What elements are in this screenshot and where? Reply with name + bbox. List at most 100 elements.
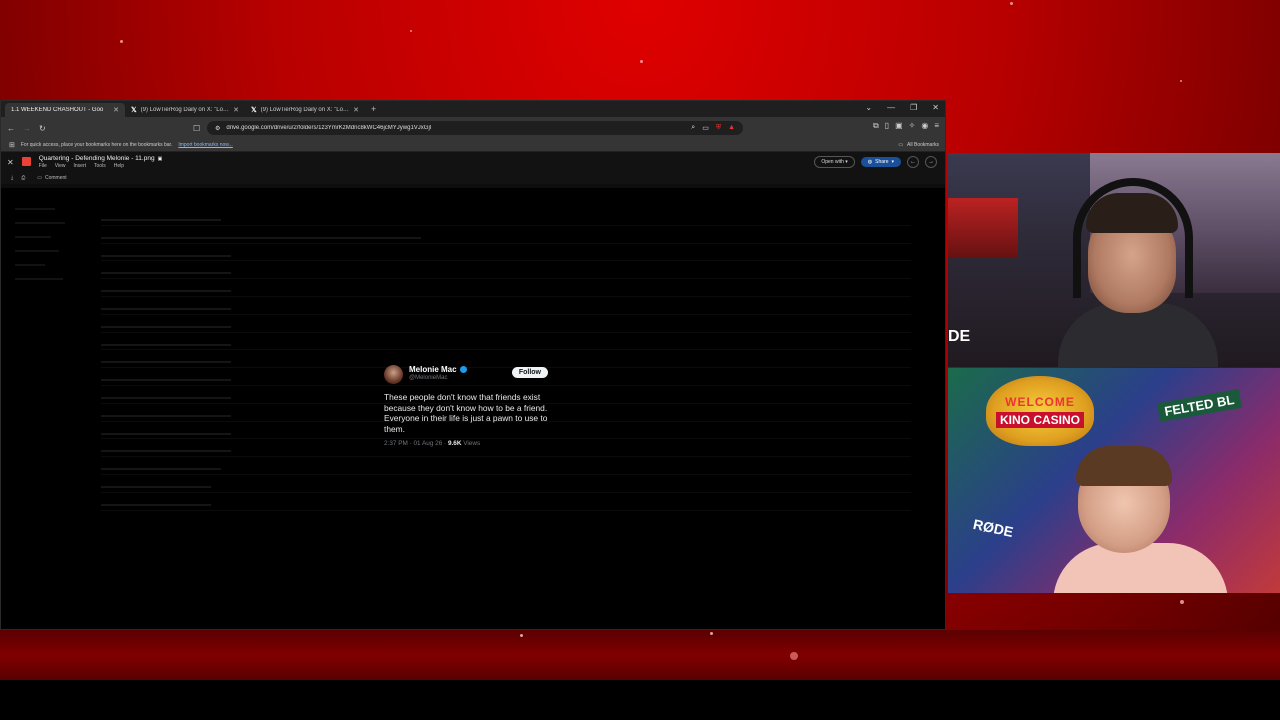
open-with-label: Open with <box>821 159 844 165</box>
ghost-row <box>101 244 911 262</box>
arcade-shelf <box>948 198 1018 258</box>
webcam-bottom: WELCOME KINO CASINO FELTED BL RØDE <box>948 368 1280 593</box>
share-label: Share <box>875 159 889 165</box>
background-drive-list <box>101 208 911 511</box>
previous-file-icon[interactable]: ← <box>907 156 919 168</box>
next-file-icon[interactable]: → <box>925 156 937 168</box>
menu-file[interactable]: File <box>39 163 47 169</box>
headphones-icon <box>1073 178 1193 298</box>
search-icon[interactable]: ⌕ <box>691 124 695 132</box>
site-info-icon[interactable]: ⚙ <box>215 125 220 132</box>
tab-title: (9) LowTierRog Daily on X: "LowTier <box>260 107 350 113</box>
tab-title: (9) LowTierRog Daily on X: "LowTier <box>140 107 230 113</box>
file-viewer-header: ✕ Quartering - Defending Melonie - 11.pn… <box>1 152 945 172</box>
chevron-down-icon[interactable]: ⌄ <box>865 103 872 112</box>
tweet-views-count: 9.6K <box>447 440 462 447</box>
tweet-handle: @MelonieMac <box>409 375 448 381</box>
ghost-row <box>101 261 911 280</box>
tweet-card: Melonie Mac @MelonieMac Follow These peo… <box>384 363 562 447</box>
follow-button: Follow <box>511 367 548 378</box>
tab-drive[interactable]: 1.1 WEEKEND CRASHOUT - Goo ✕ <box>5 103 125 117</box>
extensions-puzzle-icon[interactable]: ✧ <box>909 121 916 131</box>
apps-grid-icon[interactable]: ⊞ <box>9 141 15 149</box>
omnibox-actions: ⌕ ▭ ⛨ ▲ <box>691 124 735 132</box>
spark <box>1010 2 1013 5</box>
all-bookmarks-label: All Bookmarks <box>907 142 939 148</box>
microphone-brand-text: DE <box>948 328 971 345</box>
street-sign: FELTED BL <box>1156 388 1242 423</box>
profile-icon[interactable]: ◉ <box>921 121 928 131</box>
close-icon[interactable]: ✕ <box>113 106 119 114</box>
print-icon[interactable]: ⎙ <box>21 175 25 181</box>
extension-icon[interactable]: ⧉ <box>873 121 879 131</box>
menu-help[interactable]: Help <box>114 163 124 169</box>
ghost-row <box>101 208 911 226</box>
close-icon[interactable]: ✕ <box>353 106 359 114</box>
ghost-line <box>15 250 59 252</box>
back-icon[interactable]: ← <box>7 124 15 133</box>
viewer-subtoolbar: ⤓ ⎙ ▭ Comment <box>1 172 945 184</box>
folder-move-icon[interactable]: ▣ <box>158 156 163 162</box>
cast-icon[interactable]: ▭ <box>702 124 709 132</box>
menu-icon[interactable]: ≡ <box>934 121 939 131</box>
ghost-row <box>101 279 911 297</box>
ghost-line <box>15 236 51 238</box>
ghost-line <box>15 264 45 266</box>
file-title[interactable]: Quartering - Defending Melonie - 11.png <box>39 155 155 162</box>
verified-badge-icon <box>459 366 467 373</box>
tweet-text: These people don't know that friends exi… <box>384 392 548 434</box>
download-icon[interactable]: ⤓ <box>11 175 13 181</box>
address-bar[interactable]: ⚙ drive.google.com/drive/u/2/folders/1z3… <box>207 121 743 135</box>
forward-icon[interactable]: → <box>23 124 31 133</box>
tab-x-post-1[interactable]: 𝕏 (9) LowTierRog Daily on X: "LowTier ✕ <box>125 103 245 117</box>
menu-view[interactable]: View <box>55 163 66 169</box>
sidebar-icon[interactable]: ▯ <box>885 121 889 131</box>
tweet-author-name: Melonie Mac <box>409 365 457 374</box>
viewer-actions: Open with ▾ ◍ Share ▾ ← → <box>814 156 937 168</box>
tweet-views-label: Views <box>461 440 481 447</box>
spark <box>1180 80 1182 82</box>
x-logo-icon: 𝕏 <box>131 107 137 114</box>
sign-welcome-text: WELCOME <box>1005 394 1075 409</box>
share-button[interactable]: ◍ Share ▾ <box>860 157 901 167</box>
person-shirt <box>1053 543 1228 593</box>
tweet-author: Melonie Mac <box>409 365 467 374</box>
file-menu-bar: File View Insert Tools Help <box>39 163 163 169</box>
open-with-button[interactable]: Open with ▾ <box>814 156 855 168</box>
reload-icon[interactable]: ↻ <box>39 124 46 133</box>
close-viewer-icon[interactable]: ✕ <box>7 158 14 167</box>
import-bookmarks-link[interactable]: Import bookmarks now... <box>178 142 232 148</box>
ghost-row <box>101 315 911 333</box>
spark <box>640 60 643 63</box>
x-logo-icon: 𝕏 <box>251 107 257 114</box>
all-bookmarks-button[interactable]: ▭ All Bookmarks <box>898 142 939 148</box>
wallet-icon[interactable]: ▣ <box>895 121 903 131</box>
ghost-line <box>15 278 63 280</box>
url-text[interactable]: drive.google.com/drive/u/2/folders/1z3Ym… <box>226 125 685 131</box>
comment-button[interactable]: ▭ Comment <box>33 174 70 182</box>
brave-shield-icon[interactable]: ⛨ <box>716 124 721 132</box>
spark <box>1180 600 1184 604</box>
close-icon[interactable]: ✕ <box>233 106 239 114</box>
ghost-line <box>15 208 55 210</box>
tweet-timestamp: 2:37 PM · 01 Aug 26 · <box>384 440 448 447</box>
spark <box>790 652 798 660</box>
restore-icon[interactable]: ❐ <box>910 103 917 112</box>
tab-x-post-2[interactable]: 𝕏 (9) LowTierRog Daily on X: "LowTier ✕ <box>245 103 365 117</box>
new-tab-icon[interactable]: + <box>371 104 376 114</box>
close-window-icon[interactable]: ✕ <box>932 103 939 112</box>
spark <box>120 40 123 43</box>
spark <box>710 632 713 635</box>
menu-insert[interactable]: Insert <box>74 163 87 169</box>
ghost-row <box>101 475 911 493</box>
file-meta: Quartering - Defending Melonie - 11.png … <box>39 155 163 169</box>
minimize-icon[interactable]: — <box>887 103 895 112</box>
menu-tools[interactable]: Tools <box>94 163 106 169</box>
bookmarks-bar: ⊞ For quick access, place your bookmarks… <box>1 139 945 152</box>
spark <box>520 634 523 637</box>
bookmark-icon[interactable]: ☐ <box>193 124 200 133</box>
ghost-row <box>101 493 911 511</box>
ghost-row <box>101 226 911 244</box>
brave-rewards-icon[interactable]: ▲ <box>728 124 735 132</box>
browser-toolbar: ← → ↻ ☐ ⚙ drive.google.com/drive/u/2/fol… <box>1 117 945 139</box>
